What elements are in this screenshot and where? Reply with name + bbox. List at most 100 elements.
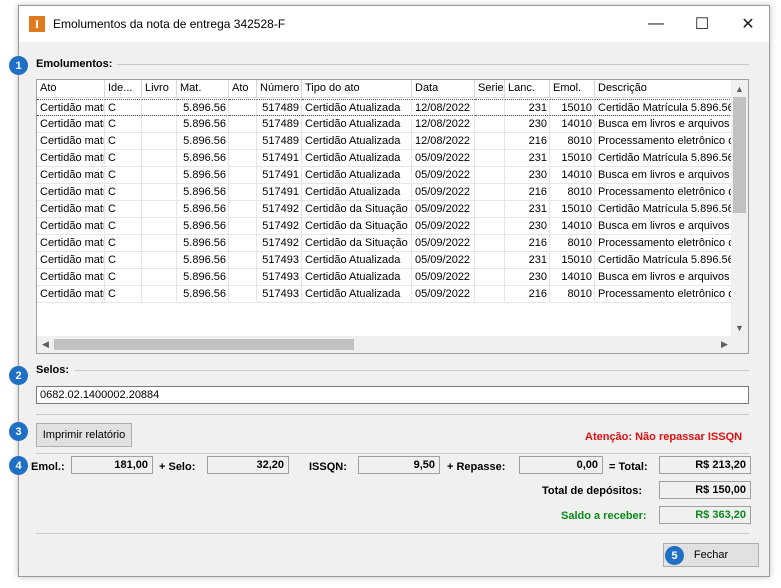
table-cell: Busca em livros e arquivos xyxy=(595,167,732,184)
column-header[interactable]: Descrição xyxy=(595,80,732,98)
table-cell: 5.896.56 xyxy=(177,201,229,218)
column-header[interactable]: Emol. xyxy=(550,80,595,98)
scroll-down-icon[interactable]: ▼ xyxy=(731,319,748,336)
vertical-scroll-thumb[interactable] xyxy=(733,97,746,213)
table-cell: 8010 xyxy=(550,286,595,303)
grid-body: Certidão matr C 5.896.56 517489 Certidão Atu… xyxy=(37,99,732,303)
section-divider xyxy=(36,414,749,415)
column-header[interactable]: Serie xyxy=(475,80,505,98)
table-row[interactable]: Certidão matr C 5.896.56 517493 Certidão Atu… xyxy=(37,252,732,269)
table-cell: 15010 xyxy=(550,150,595,167)
table-cell: C xyxy=(105,269,142,286)
table-cell: 230 xyxy=(505,269,550,286)
table-cell: 8010 xyxy=(550,184,595,201)
table-cell: 231 xyxy=(505,150,550,167)
saldo-value: R$ 363,20 xyxy=(659,506,751,524)
emolumentos-label: Emolumentos: xyxy=(36,58,113,70)
table-cell: Certidão Atualizada xyxy=(302,184,412,201)
table-cell: 15010 xyxy=(550,252,595,269)
repasse-value: 0,00 xyxy=(519,456,603,474)
horizontal-scrollbar[interactable]: ◀ ▶ xyxy=(37,336,748,353)
table-row[interactable]: Certidão matr C 5.896.56 517489 Certidão Atu… xyxy=(37,133,732,150)
table-cell xyxy=(142,235,177,252)
table-row[interactable]: Certidão matr C 5.896.56 517492 Certidão da … xyxy=(37,235,732,252)
table-row[interactable]: Certidão matr C 5.896.56 517492 Certidão da … xyxy=(37,201,732,218)
print-report-button[interactable]: Imprimir relatório xyxy=(36,423,132,447)
table-cell: 5.896.56 xyxy=(177,150,229,167)
table-cell: 05/09/2022 xyxy=(412,218,475,235)
table-row[interactable]: Certidão matr C 5.896.56 517492 Certidão da … xyxy=(37,218,732,235)
table-cell: C xyxy=(105,201,142,218)
maximize-button[interactable]: ☐ xyxy=(679,6,725,42)
table-cell xyxy=(229,269,257,286)
table-cell: 517491 xyxy=(257,167,302,184)
table-row[interactable]: Certidão matr C 5.896.56 517489 Certidão Atu… xyxy=(37,99,732,116)
table-row[interactable]: Certidão matr C 5.896.56 517493 Certidão Atu… xyxy=(37,269,732,286)
table-cell: Processamento eletrônico de xyxy=(595,286,732,303)
table-cell xyxy=(229,184,257,201)
emolumentos-grid[interactable]: Ato Ide... Livro Mat. Ato Número Tipo do ato Da… xyxy=(36,79,749,354)
scroll-left-icon[interactable]: ◀ xyxy=(37,336,54,353)
window-title: Emolumentos da nota de entrega 342528-F xyxy=(53,17,286,31)
table-cell: C xyxy=(105,116,142,133)
minimize-button[interactable]: — xyxy=(633,6,679,42)
table-cell xyxy=(229,133,257,150)
table-cell: 517492 xyxy=(257,235,302,252)
horizontal-scroll-thumb[interactable] xyxy=(54,339,354,350)
dialog-window: I Emolumentos da nota de entrega 342528-… xyxy=(18,5,770,577)
table-cell: C xyxy=(105,167,142,184)
table-row[interactable]: Certidão matr C 5.896.56 517491 Certidão Atu… xyxy=(37,167,732,184)
table-row[interactable]: Certidão matr C 5.896.56 517491 Certidão Atu… xyxy=(37,150,732,167)
table-cell: 15010 xyxy=(550,99,595,116)
table-cell: 216 xyxy=(505,286,550,303)
table-row[interactable]: Certidão matr C 5.896.56 517493 Certidão Atu… xyxy=(37,286,732,303)
issqn-label: ISSQN: xyxy=(309,461,347,473)
table-cell xyxy=(475,167,505,184)
close-button[interactable]: ✕ xyxy=(725,6,771,42)
table-cell: Certidão Atualizada xyxy=(302,99,412,116)
column-header[interactable]: Ato xyxy=(229,80,257,98)
section-divider xyxy=(117,64,749,65)
table-cell: 517492 xyxy=(257,201,302,218)
table-cell xyxy=(229,167,257,184)
table-cell: C xyxy=(105,286,142,303)
selos-field[interactable]: 0682.02.1400002.20884 xyxy=(36,386,749,404)
table-cell: 216 xyxy=(505,235,550,252)
table-cell: 05/09/2022 xyxy=(412,252,475,269)
table-cell: 231 xyxy=(505,201,550,218)
table-cell xyxy=(229,201,257,218)
scroll-up-icon[interactable]: ▲ xyxy=(731,80,748,97)
table-cell: Certidão matr xyxy=(37,116,105,133)
vertical-scrollbar[interactable]: ▲ ▼ xyxy=(731,80,748,336)
table-cell: Certidão Atualizada xyxy=(302,286,412,303)
column-header[interactable]: Lanc. xyxy=(505,80,550,98)
table-row[interactable]: Certidão matr C 5.896.56 517489 Certidão Atu… xyxy=(37,116,732,133)
column-header[interactable]: Tipo do ato xyxy=(302,80,412,98)
table-row[interactable]: Certidão matr C 5.896.56 517491 Certidão Atu… xyxy=(37,184,732,201)
table-cell: Certidão matr xyxy=(37,133,105,150)
table-cell: 517493 xyxy=(257,252,302,269)
scroll-right-icon[interactable]: ▶ xyxy=(716,336,733,353)
table-cell: 12/08/2022 xyxy=(412,133,475,150)
column-header[interactable]: Ide... xyxy=(105,80,142,98)
table-cell: Certidão Atualizada xyxy=(302,167,412,184)
table-cell: 517493 xyxy=(257,269,302,286)
table-cell: C xyxy=(105,218,142,235)
column-header[interactable]: Mat. xyxy=(177,80,229,98)
column-header[interactable]: Livro xyxy=(142,80,177,98)
table-cell xyxy=(229,116,257,133)
table-cell: 5.896.56 xyxy=(177,252,229,269)
table-cell: 517489 xyxy=(257,99,302,116)
table-cell xyxy=(475,218,505,235)
issqn-warning: Atenção: Não repassar ISSQN xyxy=(585,431,743,443)
table-cell: 05/09/2022 xyxy=(412,167,475,184)
table-cell: Certidão da Situação J xyxy=(302,201,412,218)
column-header[interactable]: Ato xyxy=(37,80,105,98)
table-cell: Certidão Atualizada xyxy=(302,269,412,286)
table-cell xyxy=(475,286,505,303)
column-header[interactable]: Data xyxy=(412,80,475,98)
table-cell: 5.896.56 xyxy=(177,269,229,286)
column-header[interactable]: Número xyxy=(257,80,302,98)
table-cell: 5.896.56 xyxy=(177,133,229,150)
table-cell xyxy=(475,201,505,218)
